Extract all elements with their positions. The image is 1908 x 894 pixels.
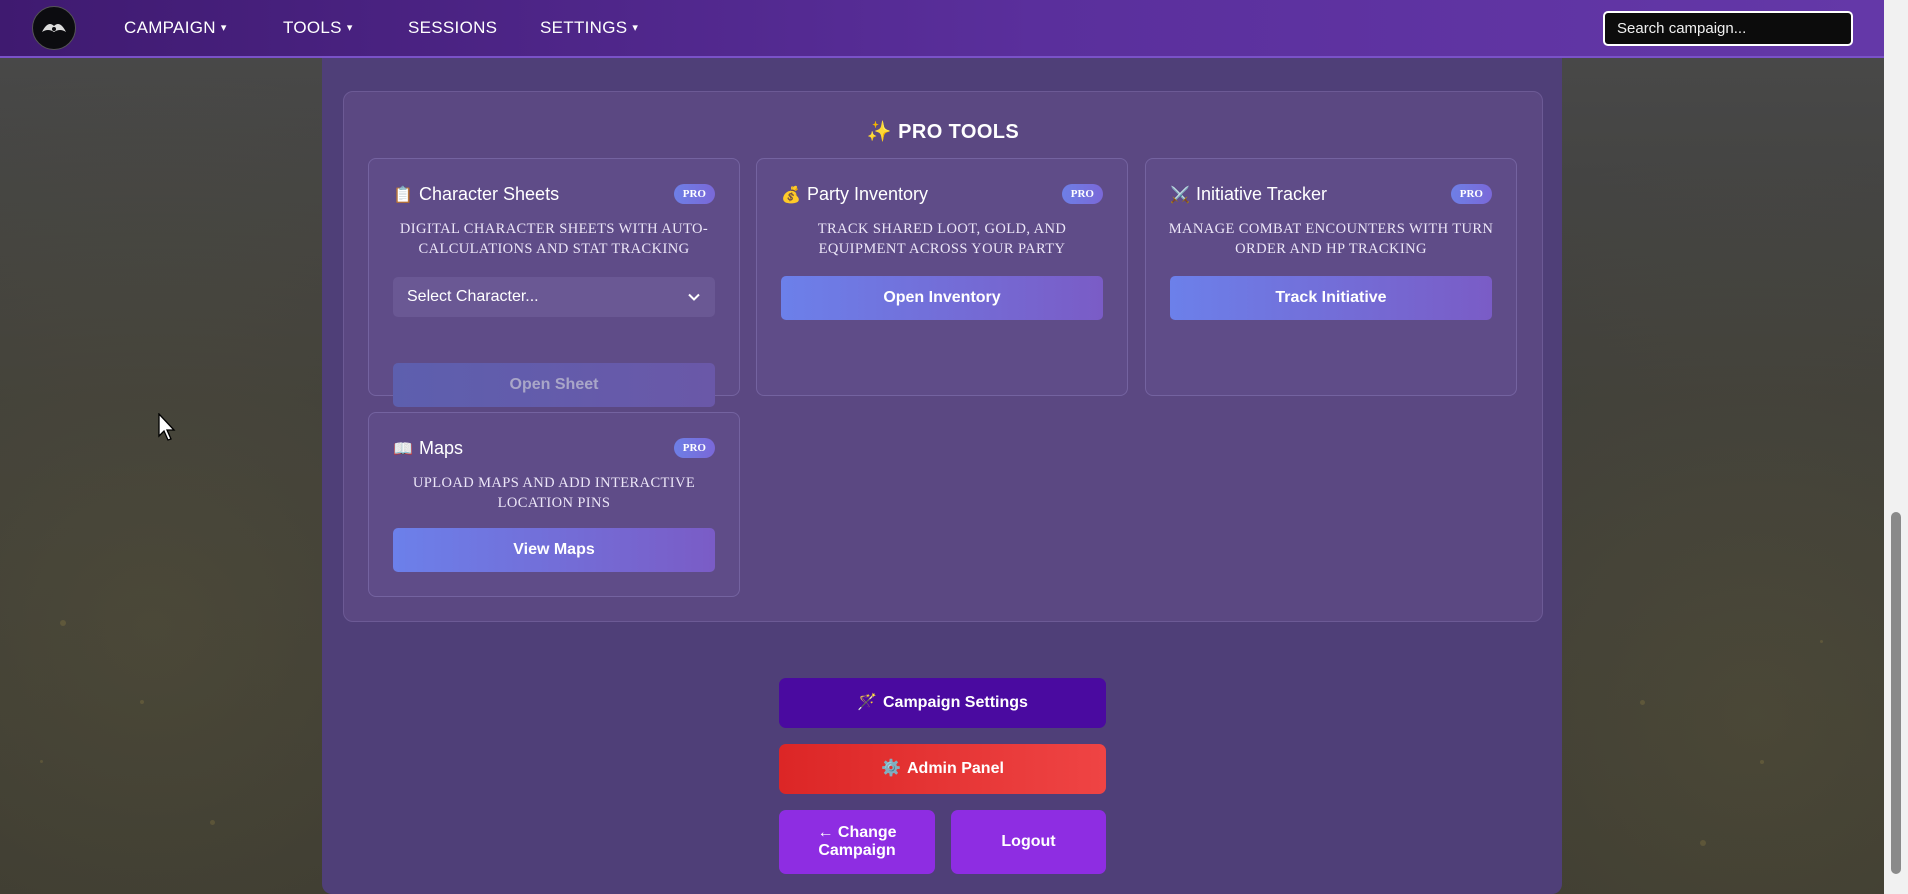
wand-icon: 🪄 (857, 694, 877, 711)
crossed-swords-icon: ⚔️ (1170, 186, 1190, 204)
card-description: Upload maps and add interactive location… (412, 475, 696, 511)
mouse-cursor-icon (158, 413, 176, 441)
page-scrollbar[interactable] (1884, 0, 1908, 894)
dragon-logo-icon (42, 24, 66, 32)
open-inventory-button[interactable]: Open Inventory (781, 276, 1103, 320)
nav-settings[interactable]: SETTINGS ▾ (540, 18, 638, 38)
nav-tools-label: TOOLS (283, 18, 342, 37)
pro-tools-heading: ✨ PRO TOOLS (343, 119, 1543, 144)
card-title: 📖 Maps (393, 438, 463, 459)
tool-card-initiative-tracker: ⚔️ Initiative Tracker PRO Manage combat … (1145, 158, 1517, 396)
track-initiative-button[interactable]: Track Initiative (1170, 276, 1492, 320)
logout-label: Logout (1001, 833, 1056, 850)
chevron-down-icon: ▾ (346, 22, 353, 34)
card-description: Manage combat encounters with turn order… (1168, 221, 1494, 257)
chevron-down-icon (688, 293, 700, 301)
campaign-settings-button[interactable]: 🪄 Campaign Settings (779, 678, 1106, 728)
nav-tools[interactable]: TOOLS ▾ (283, 18, 353, 38)
card-title-text: Party Inventory (807, 184, 929, 204)
map-book-icon: 📖 (393, 440, 413, 458)
gear-icon: ⚙️ (881, 760, 901, 777)
pro-badge: PRO (1450, 184, 1492, 204)
chevron-down-icon: ▾ (632, 22, 639, 34)
pro-tools-title: PRO TOOLS (898, 121, 1020, 143)
nav-campaign[interactable]: CAMPAIGN ▾ (124, 18, 227, 38)
nav-sessions-label: SESSIONS (408, 18, 498, 37)
card-description: Digital character sheets with auto-calcu… (399, 221, 709, 257)
pro-badge: PRO (1061, 184, 1103, 204)
nav-campaign-label: CAMPAIGN (124, 18, 216, 37)
tool-card-maps: 📖 Maps PRO Upload maps and add interacti… (368, 412, 740, 597)
sparkles-icon: ✨ (866, 121, 893, 143)
view-maps-button[interactable]: View Maps (393, 528, 715, 572)
card-title: 💰 Party Inventory (781, 184, 928, 205)
character-select[interactable]: Select Character... (393, 277, 715, 317)
card-title-text: Initiative Tracker (1196, 184, 1328, 204)
admin-panel-label: Admin Panel (907, 760, 1004, 777)
change-campaign-button[interactable]: ← Change Campaign (779, 810, 935, 874)
search-input[interactable] (1603, 11, 1853, 46)
card-title-text: Character Sheets (419, 184, 560, 204)
tool-card-party-inventory: 💰 Party Inventory PRO Track shared loot,… (756, 158, 1128, 396)
character-select-value: Select Character... (407, 288, 539, 305)
scrollbar-thumb[interactable] (1891, 512, 1901, 874)
card-title: ⚔️ Initiative Tracker (1170, 184, 1327, 205)
pro-badge: PRO (673, 438, 715, 458)
tool-card-character-sheets: 📋 Character Sheets PRO Digital character… (368, 158, 740, 407)
admin-panel-button[interactable]: ⚙️ Admin Panel (779, 744, 1106, 794)
change-campaign-label: ← Change Campaign (817, 824, 897, 859)
card-title-text: Maps (419, 438, 464, 458)
app-logo[interactable] (32, 6, 76, 50)
logout-button[interactable]: Logout (951, 810, 1106, 874)
chevron-down-icon: ▾ (220, 22, 227, 34)
card-title: 📋 Character Sheets (393, 184, 559, 205)
pro-badge: PRO (673, 184, 715, 204)
card-description: Track shared loot, gold, and equipment a… (817, 221, 1067, 257)
money-bag-icon: 💰 (781, 186, 801, 204)
nav-sessions[interactable]: SESSIONS (408, 18, 497, 38)
campaign-settings-label: Campaign Settings (883, 694, 1028, 711)
nav-settings-label: SETTINGS (540, 18, 628, 37)
open-sheet-button[interactable]: Open Sheet (393, 363, 715, 407)
top-navigation-bar: CAMPAIGN ▾ TOOLS ▾ SESSIONS SETTINGS ▾ (0, 0, 1884, 58)
clipboard-icon: 📋 (393, 186, 413, 204)
